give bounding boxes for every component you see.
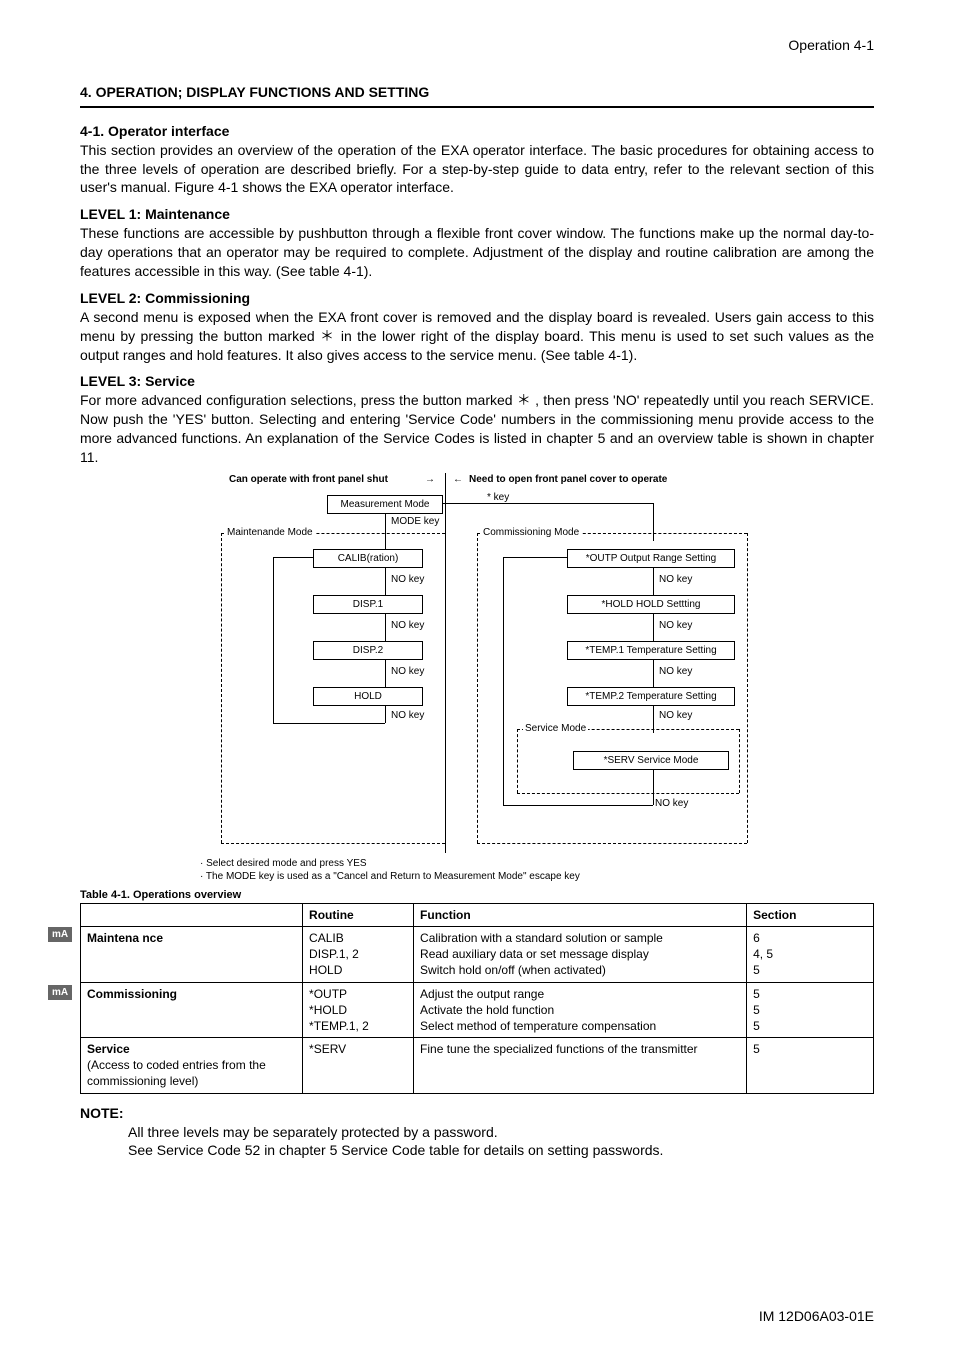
cell-function-2: Fine tune the specialized functions of t… (414, 1038, 747, 1094)
line (653, 567, 654, 595)
line (653, 503, 654, 541)
label-no-key-r3: NO key (659, 665, 692, 679)
dashed-comm-right (747, 533, 748, 843)
table-row: Service(Access to coded entries from the… (81, 1038, 874, 1094)
label-commissioning-mode: Commissioning Mode (481, 526, 581, 540)
label-no-key-2: NO key (391, 619, 424, 633)
cell-level-0: Maintena nce (87, 931, 163, 945)
line (653, 769, 654, 805)
para-level-1: These functions are accessible by pushbu… (80, 224, 874, 281)
para-level-3: For more advanced configuration selectio… (80, 391, 874, 467)
label-maintenance-mode: Maintenande Mode (225, 526, 315, 540)
box-temp1: *TEMP.1 Temperature Setting (567, 641, 735, 661)
label-service-mode: Service Mode (523, 722, 588, 736)
dashed-comm-left (477, 533, 478, 843)
cell-section-2: 5 (747, 1038, 874, 1094)
label-mode-key: MODE key (391, 515, 439, 529)
para-level-2: A second menu is exposed when the EXA fr… (80, 308, 874, 365)
line (503, 557, 504, 805)
cell-routine-2: *SERV (303, 1038, 414, 1094)
cell-level-2-detail: (Access to coded entries from the commis… (87, 1058, 266, 1088)
dashed-maint-bottom (221, 843, 445, 844)
dashed-serv-right (739, 729, 740, 793)
line (385, 705, 386, 723)
table-row: Commissioning *OUTP *HOLD *TEMP.1, 2 Adj… (81, 982, 874, 1038)
cell-routine-1: *OUTP *HOLD *TEMP.1, 2 (303, 982, 414, 1038)
line (653, 659, 654, 687)
box-outp: *OUTP Output Range Setting (567, 549, 735, 569)
cell-level-1: Commissioning (87, 987, 177, 1001)
label-no-key-3: NO key (391, 665, 424, 679)
box-disp2: DISP.2 (313, 641, 423, 661)
badge-ma-1: mA (48, 927, 72, 943)
table-caption: Table 4-1. Operations overview (80, 888, 874, 903)
dashed-maint-right (445, 533, 446, 843)
diagram-footnote-2: · The MODE key is used as a "Cancel and … (200, 870, 874, 884)
page-header: Operation 4-1 (80, 36, 874, 55)
box-temp2: *TEMP.2 Temperature Setting (567, 687, 735, 707)
dashed-serv-left (517, 729, 518, 793)
box-measurement-mode: Measurement Mode (327, 495, 443, 515)
line (483, 503, 653, 504)
mode-flow-diagram: Can operate with front panel shut → ← Ne… (177, 473, 777, 853)
line (503, 805, 653, 806)
label-no-key-serv: NO key (655, 797, 688, 811)
th-function: Function (414, 903, 747, 926)
th-section: Section (747, 903, 874, 926)
label-no-key-r1: NO key (659, 573, 692, 587)
line (443, 503, 483, 504)
heading-level-3: LEVEL 3: Service (80, 372, 874, 391)
note-heading: NOTE: (80, 1104, 874, 1123)
arrow-right-icon: → (425, 473, 435, 487)
heading-4-1: 4-1. Operator interface (80, 122, 874, 141)
dashed-comm-bottom (477, 843, 747, 844)
page-footer: IM 12D06A03-01E (759, 1307, 874, 1326)
note-line-1: All three levels may be separately prote… (128, 1123, 874, 1142)
label-no-key-4: NO key (391, 709, 424, 723)
line (273, 723, 385, 724)
badge-ma-2: mA (48, 985, 72, 1001)
heading-level-2: LEVEL 2: Commissioning (80, 289, 874, 308)
section-title: 4. OPERATION; DISPLAY FUNCTIONS AND SETT… (80, 83, 874, 108)
line (653, 613, 654, 641)
box-disp1: DISP.1 (313, 595, 423, 615)
dashed-maint-left (221, 533, 222, 843)
line (273, 557, 274, 723)
box-serv: *SERV Service Mode (573, 751, 729, 771)
note-line-2: See Service Code 52 in chapter 5 Service… (128, 1141, 874, 1160)
line (503, 557, 567, 558)
dashed-serv-bottom (517, 793, 739, 794)
label-no-key-r2: NO key (659, 619, 692, 633)
line (385, 613, 386, 641)
th-level (81, 903, 303, 926)
para-4-1: This section provides an overview of the… (80, 141, 874, 198)
line (273, 557, 313, 558)
label-no-key-r4: NO key (659, 709, 692, 723)
cell-section-0: 6 4, 5 5 (747, 926, 874, 982)
line (385, 513, 386, 531)
right-panel-label: Need to open front panel cover to operat… (469, 473, 667, 487)
line (385, 567, 386, 595)
line (385, 659, 386, 687)
line (385, 531, 386, 549)
box-calib: CALIB(ration) (313, 549, 423, 569)
heading-level-1: LEVEL 1: Maintenance (80, 205, 874, 224)
cell-routine-0: CALIB DISP.1, 2 HOLD (303, 926, 414, 982)
cell-function-0: Calibration with a standard solution or … (414, 926, 747, 982)
cell-section-1: 5 5 5 (747, 982, 874, 1038)
operations-overview-table: Routine Function Section Maintena nce CA… (80, 903, 874, 1094)
arrow-left-icon: ← (453, 473, 463, 487)
table-row: Maintena nce CALIB DISP.1, 2 HOLD Calibr… (81, 926, 874, 982)
diagram-footnote-1: · Select desired mode and press YES (200, 857, 874, 871)
cell-function-1: Adjust the output range Activate the hol… (414, 982, 747, 1038)
box-hold-setting: *HOLD HOLD Settting (567, 595, 735, 615)
table-header-row: Routine Function Section (81, 903, 874, 926)
left-panel-label: Can operate with front panel shut (229, 473, 388, 487)
box-hold: HOLD (313, 687, 423, 707)
label-no-key-1: NO key (391, 573, 424, 587)
th-routine: Routine (303, 903, 414, 926)
